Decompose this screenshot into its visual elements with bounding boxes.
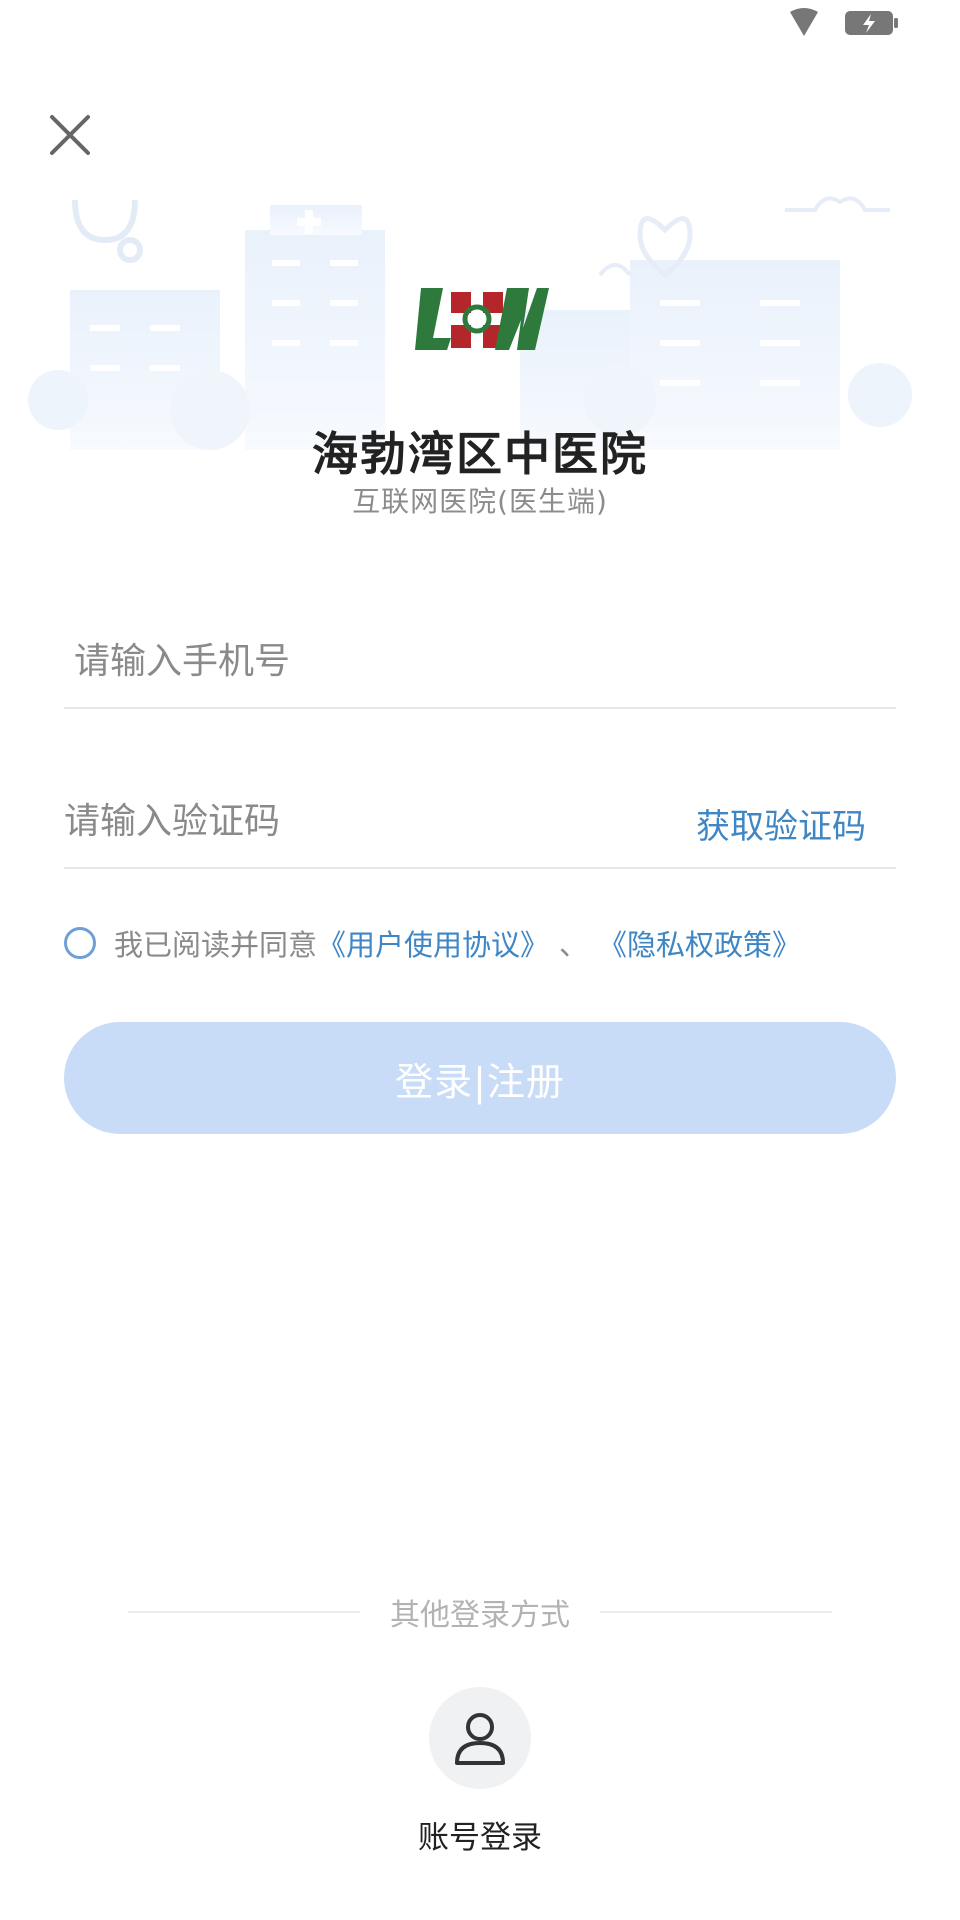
account-login-label[interactable]: 账号登录 bbox=[0, 1812, 960, 1857]
account-login-button[interactable] bbox=[429, 1687, 531, 1789]
status-bar bbox=[788, 8, 900, 38]
agreement-checkbox[interactable] bbox=[64, 927, 96, 959]
other-login-label: 其他登录方式 bbox=[390, 1598, 570, 1633]
battery-charging-icon bbox=[845, 11, 898, 35]
agreement-prefix: 我已阅读并同意 bbox=[114, 928, 318, 962]
user-icon bbox=[455, 1713, 505, 1765]
other-login-divider: 其他登录方式 bbox=[0, 1590, 960, 1634]
divider-line-right bbox=[600, 1611, 832, 1613]
phone-field bbox=[64, 615, 916, 709]
phone-input[interactable] bbox=[64, 615, 916, 707]
close-icon[interactable] bbox=[40, 105, 100, 165]
agreement-row: 我已阅读并同意 《用户使用协议》 、 《隐私权政策》 bbox=[64, 922, 801, 964]
hospital-logo bbox=[415, 288, 549, 350]
verification-code-input[interactable] bbox=[64, 775, 634, 867]
wifi-icon bbox=[790, 8, 818, 36]
divider-line-left bbox=[128, 1611, 360, 1613]
privacy-policy-link[interactable]: 《隐私权政策》 bbox=[598, 922, 801, 964]
login-register-button[interactable]: 登录|注册 bbox=[64, 1022, 896, 1134]
user-agreement-link[interactable]: 《用户使用协议》 bbox=[317, 922, 549, 964]
hospital-name: 海勃湾区中医院 bbox=[312, 427, 648, 481]
get-code-button[interactable]: 获取验证码 bbox=[696, 799, 866, 848]
agreement-separator: 、 bbox=[559, 928, 589, 962]
app-subtitle: 互联网医院(医生端) bbox=[352, 485, 608, 518]
verification-code-field: 获取验证码 bbox=[64, 775, 896, 869]
